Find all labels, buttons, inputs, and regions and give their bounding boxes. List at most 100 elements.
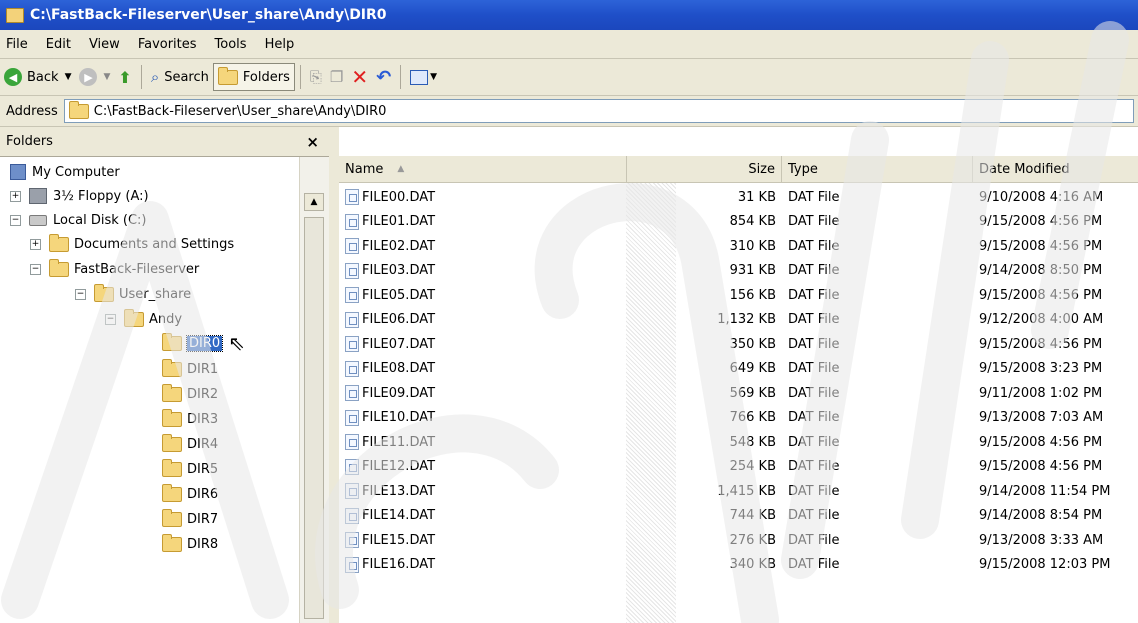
file-size-cell: 310 KB (627, 234, 776, 258)
search-icon: ⌕ (150, 68, 160, 86)
menu-help[interactable]: Help (265, 37, 295, 52)
folder-icon (162, 508, 182, 527)
menu-file[interactable]: File (6, 37, 28, 52)
table-row[interactable]: FILE03.DAT 931 KB DAT File 9/14/2008 8:50 P… (339, 259, 1138, 283)
column-header-size[interactable]: Size (627, 156, 782, 183)
collapse-icon[interactable]: − (75, 288, 86, 300)
table-row[interactable]: FILE09.DAT 569 KB DAT File 9/11/2008 1:02 P… (339, 381, 1138, 405)
scroll-up-button[interactable]: ▲ (304, 193, 324, 211)
folders-label: Folders (242, 69, 290, 85)
tree-item-dir0[interactable]: DIR0 ⇖ (162, 331, 245, 355)
file-size-cell: 649 KB (627, 357, 776, 381)
table-row[interactable]: FILE07.DAT 350 KB DAT File 9/15/2008 4:56 P… (339, 332, 1138, 356)
dat-file-icon (345, 434, 359, 450)
tree-item-dir1[interactable]: DIR1 (162, 357, 218, 381)
table-row[interactable]: FILE15.DAT 276 KB DAT File 9/13/2008 3:33 A… (339, 528, 1138, 552)
table-row[interactable]: FILE06.DAT 1,132 KB DAT File 9/12/2008 4:00… (339, 308, 1138, 332)
address-bar: Address C:\FastBack-Fileserver\User_shar… (0, 96, 1138, 127)
tree-item-dir8[interactable]: DIR8 (162, 532, 218, 556)
menu-favorites[interactable]: Favorites (138, 37, 197, 52)
delete-button[interactable]: ✕ (347, 63, 372, 91)
file-size-cell: 1,415 KB (627, 479, 776, 503)
close-icon[interactable]: × (306, 133, 319, 151)
tree-item-label: DIR8 (187, 536, 219, 552)
file-type-cell: DAT File (788, 259, 840, 283)
tree-item-dir4[interactable]: DIR4 (162, 432, 218, 456)
table-row[interactable]: FILE08.DAT 649 KB DAT File 9/15/2008 3:23 P… (339, 357, 1138, 381)
toolbar-divider (140, 65, 142, 89)
table-row[interactable]: FILE12.DAT 254 KB DAT File 9/15/2008 4:56 P… (339, 455, 1138, 479)
table-row[interactable]: FILE14.DAT 744 KB DAT File 9/14/2008 8:54 P… (339, 504, 1138, 528)
forward-button[interactable]: ▶ ▼ (75, 63, 114, 91)
tree-scrollbar[interactable]: ▲ (299, 157, 329, 623)
copy-to-button[interactable]: ❐ (326, 63, 347, 91)
tree-item-fastback-fileserver[interactable]: − FastBack-Fileserver (30, 257, 199, 281)
column-header-name[interactable]: Name ▲ (339, 156, 627, 183)
menu-tools[interactable]: Tools (215, 37, 247, 52)
collapse-icon[interactable]: − (10, 214, 21, 226)
menu-edit[interactable]: Edit (46, 37, 71, 52)
column-header-type[interactable]: Type (782, 156, 973, 183)
dat-file-icon (345, 238, 359, 254)
file-date: 9/11/2008 1:02 PM (979, 385, 1103, 401)
chevron-down-icon[interactable]: ▼ (103, 72, 110, 82)
table-row[interactable]: FILE02.DAT 310 KB DAT File 9/15/2008 4:56 P… (339, 234, 1138, 258)
collapse-icon[interactable]: − (105, 313, 116, 325)
file-date: 9/15/2008 4:56 PM (979, 459, 1103, 474)
file-name: FILE09.DAT (362, 385, 436, 401)
expand-icon[interactable]: + (10, 190, 21, 202)
dat-file-icon (345, 507, 359, 524)
title-bar[interactable]: C:\FastBack-Fileserver\User_share\Andy\D… (0, 0, 1138, 30)
collapse-icon[interactable]: − (30, 263, 41, 275)
tree-item-documents-and-settings[interactable]: + Documents and Settings (30, 232, 234, 256)
file-size-cell: 340 KB (627, 553, 776, 577)
file-size-cell: 254 KB (627, 455, 776, 479)
window-title: C:\FastBack-Fileserver\User_share\Andy\D… (30, 7, 387, 23)
file-type: DAT File (788, 532, 840, 548)
file-type-cell: DAT File (788, 504, 840, 528)
tree-item-local-disk[interactable]: − Local Disk (C:) (10, 208, 146, 232)
table-row[interactable]: FILE01.DAT 854 KB DAT File 9/15/2008 4:56 P… (339, 210, 1138, 234)
file-size: 931 KB (729, 263, 776, 278)
file-size: 254 KB (729, 459, 776, 474)
table-row[interactable]: FILE11.DAT 548 KB DAT File 9/15/2008 4:56 P… (339, 430, 1138, 454)
tree-item-dir2[interactable]: DIR2 (162, 382, 218, 406)
tree-item-label: User_share (119, 286, 192, 302)
address-input[interactable]: C:\FastBack-Fileserver\User_share\Andy\D… (63, 99, 1134, 123)
views-button[interactable]: ▼ (406, 63, 441, 91)
scrollbar-thumb[interactable] (304, 217, 324, 619)
undo-button[interactable]: ↶ (372, 63, 395, 91)
back-button[interactable]: ◀ Back ▼ (0, 63, 75, 91)
file-date-cell: 9/13/2008 3:33 AM (979, 528, 1103, 552)
dat-file-icon (345, 336, 359, 352)
tree-item-floppy[interactable]: + 3½ Floppy (A:) (10, 184, 149, 208)
column-header-date-modified[interactable]: Date Modified (973, 156, 1138, 183)
file-name-cell: FILE02.DAT (345, 234, 435, 258)
up-folder-button[interactable]: ⬆ (114, 63, 135, 91)
tree-item-andy[interactable]: − Andy (105, 307, 182, 331)
file-size: 548 KB (729, 434, 776, 450)
copy-to-icon: ❐ (329, 68, 344, 86)
table-row[interactable]: FILE13.DAT 1,415 KB DAT File 9/14/2008 11:5… (339, 479, 1138, 503)
table-row[interactable]: FILE16.DAT 340 KB DAT File 9/15/2008 12:03 … (339, 553, 1138, 577)
pane-splitter[interactable] (329, 127, 339, 623)
tree-item-my-computer[interactable]: My Computer (10, 160, 120, 184)
tree-item-user-share[interactable]: − User_share (75, 282, 191, 306)
table-row[interactable]: FILE05.DAT 156 KB DAT File 9/15/2008 4:56 P… (339, 283, 1138, 307)
table-row[interactable]: FILE10.DAT 766 KB DAT File 9/13/2008 7:03 A… (339, 406, 1138, 430)
file-date-cell: 9/15/2008 3:23 PM (979, 357, 1102, 381)
menu-view[interactable]: View (89, 37, 120, 52)
expand-icon[interactable]: + (30, 238, 41, 250)
search-button[interactable]: ⌕ Search (147, 63, 213, 91)
move-to-button[interactable]: ⎘ (306, 63, 326, 91)
tree-item-label: FastBack-Fileserver (74, 261, 200, 277)
tree-item-dir7[interactable]: DIR7 (162, 507, 218, 531)
table-row[interactable]: FILE00.DAT 31 KB DAT File 9/10/2008 4:16 AM (339, 185, 1138, 209)
chevron-down-icon[interactable]: ▼ (65, 72, 72, 82)
file-date-cell: 9/14/2008 8:50 PM (979, 259, 1102, 283)
file-date-cell: 9/14/2008 8:54 PM (979, 504, 1102, 528)
tree-item-dir3[interactable]: DIR3 (162, 407, 218, 431)
tree-item-dir5[interactable]: DIR5 (162, 457, 218, 481)
tree-item-dir6[interactable]: DIR6 (162, 482, 218, 506)
folders-button[interactable]: Folders (212, 63, 295, 91)
